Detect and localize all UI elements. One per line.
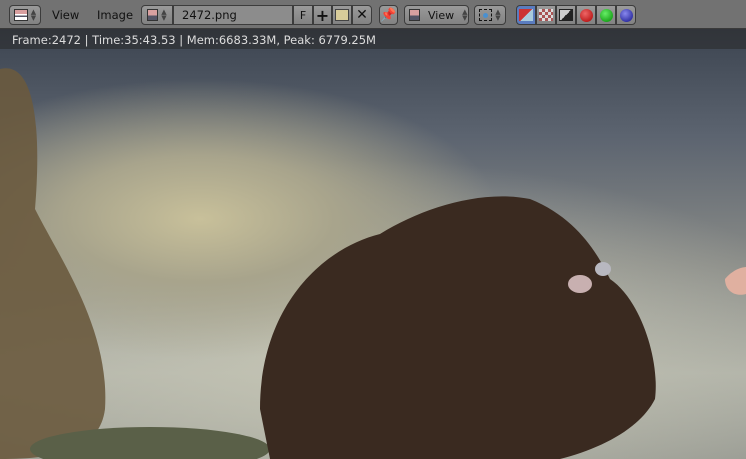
image-editor-header: ▲ ▼ View Image ▲ ▼ 2472.png F + ✕ 📌 View ▲ ▼…	[0, 0, 746, 29]
mode-select-label: View	[428, 8, 455, 22]
chevron-updown-icon: ▲ ▼	[495, 8, 501, 22]
red-channel-icon	[579, 8, 593, 22]
menu-image[interactable]: Image	[97, 8, 133, 22]
chevron-updown-icon: ▲ ▼	[30, 8, 37, 22]
rendered-image	[0, 68, 746, 459]
image-icon	[147, 9, 159, 21]
z-buffer-toggle[interactable]	[556, 5, 576, 25]
close-icon: ✕	[356, 7, 368, 23]
sheep	[260, 196, 656, 459]
pin-icon: 📌	[380, 7, 397, 23]
pin-button[interactable]: 📌	[379, 5, 398, 25]
blue-channel-toggle[interactable]	[616, 5, 636, 25]
red-channel-toggle[interactable]	[576, 5, 596, 25]
open-folder-icon	[335, 9, 349, 21]
sheep-eye	[568, 275, 592, 293]
alpha-icon	[539, 9, 553, 21]
color-alpha-toggle[interactable]	[516, 5, 536, 25]
image-name: 2472.png	[182, 8, 237, 22]
image-name-field[interactable]: 2472.png	[173, 5, 293, 25]
pivot-button[interactable]: ▲ ▼	[474, 5, 506, 25]
sheep-eye	[595, 262, 611, 276]
browse-image-button[interactable]: ▲ ▼	[141, 5, 173, 25]
new-image-button[interactable]: +	[313, 5, 332, 25]
render-stats: Frame:2472 | Time:35:43.53 | Mem:6683.33…	[12, 33, 376, 47]
green-channel-icon	[599, 8, 613, 22]
fake-user-label: F	[299, 8, 307, 22]
plus-icon: +	[315, 5, 330, 25]
mode-select[interactable]: View ▲ ▼	[404, 5, 469, 25]
blue-channel-icon	[619, 8, 633, 22]
alpha-toggle[interactable]	[536, 5, 556, 25]
z-buffer-icon	[559, 9, 573, 21]
fake-user-button[interactable]: F	[293, 5, 313, 25]
menu-view[interactable]: View	[52, 8, 79, 22]
editor-type-button[interactable]: ▲ ▼	[9, 5, 41, 25]
tree-trunk	[0, 68, 106, 459]
chevron-updown-icon: ▲ ▼	[161, 8, 167, 22]
hand	[725, 267, 746, 295]
green-channel-toggle[interactable]	[596, 5, 616, 25]
image-viewport[interactable]	[0, 29, 746, 459]
image-icon	[409, 9, 420, 21]
chevron-updown-icon: ▲ ▼	[462, 8, 468, 22]
unlink-image-button[interactable]: ✕	[352, 5, 372, 25]
pivot-icon	[479, 9, 493, 21]
render-status-bar: Frame:2472 | Time:35:43.53 | Mem:6683.33…	[0, 29, 746, 49]
color-alpha-icon	[519, 9, 533, 21]
open-image-button[interactable]	[332, 5, 352, 25]
image-editor-icon	[13, 9, 28, 21]
